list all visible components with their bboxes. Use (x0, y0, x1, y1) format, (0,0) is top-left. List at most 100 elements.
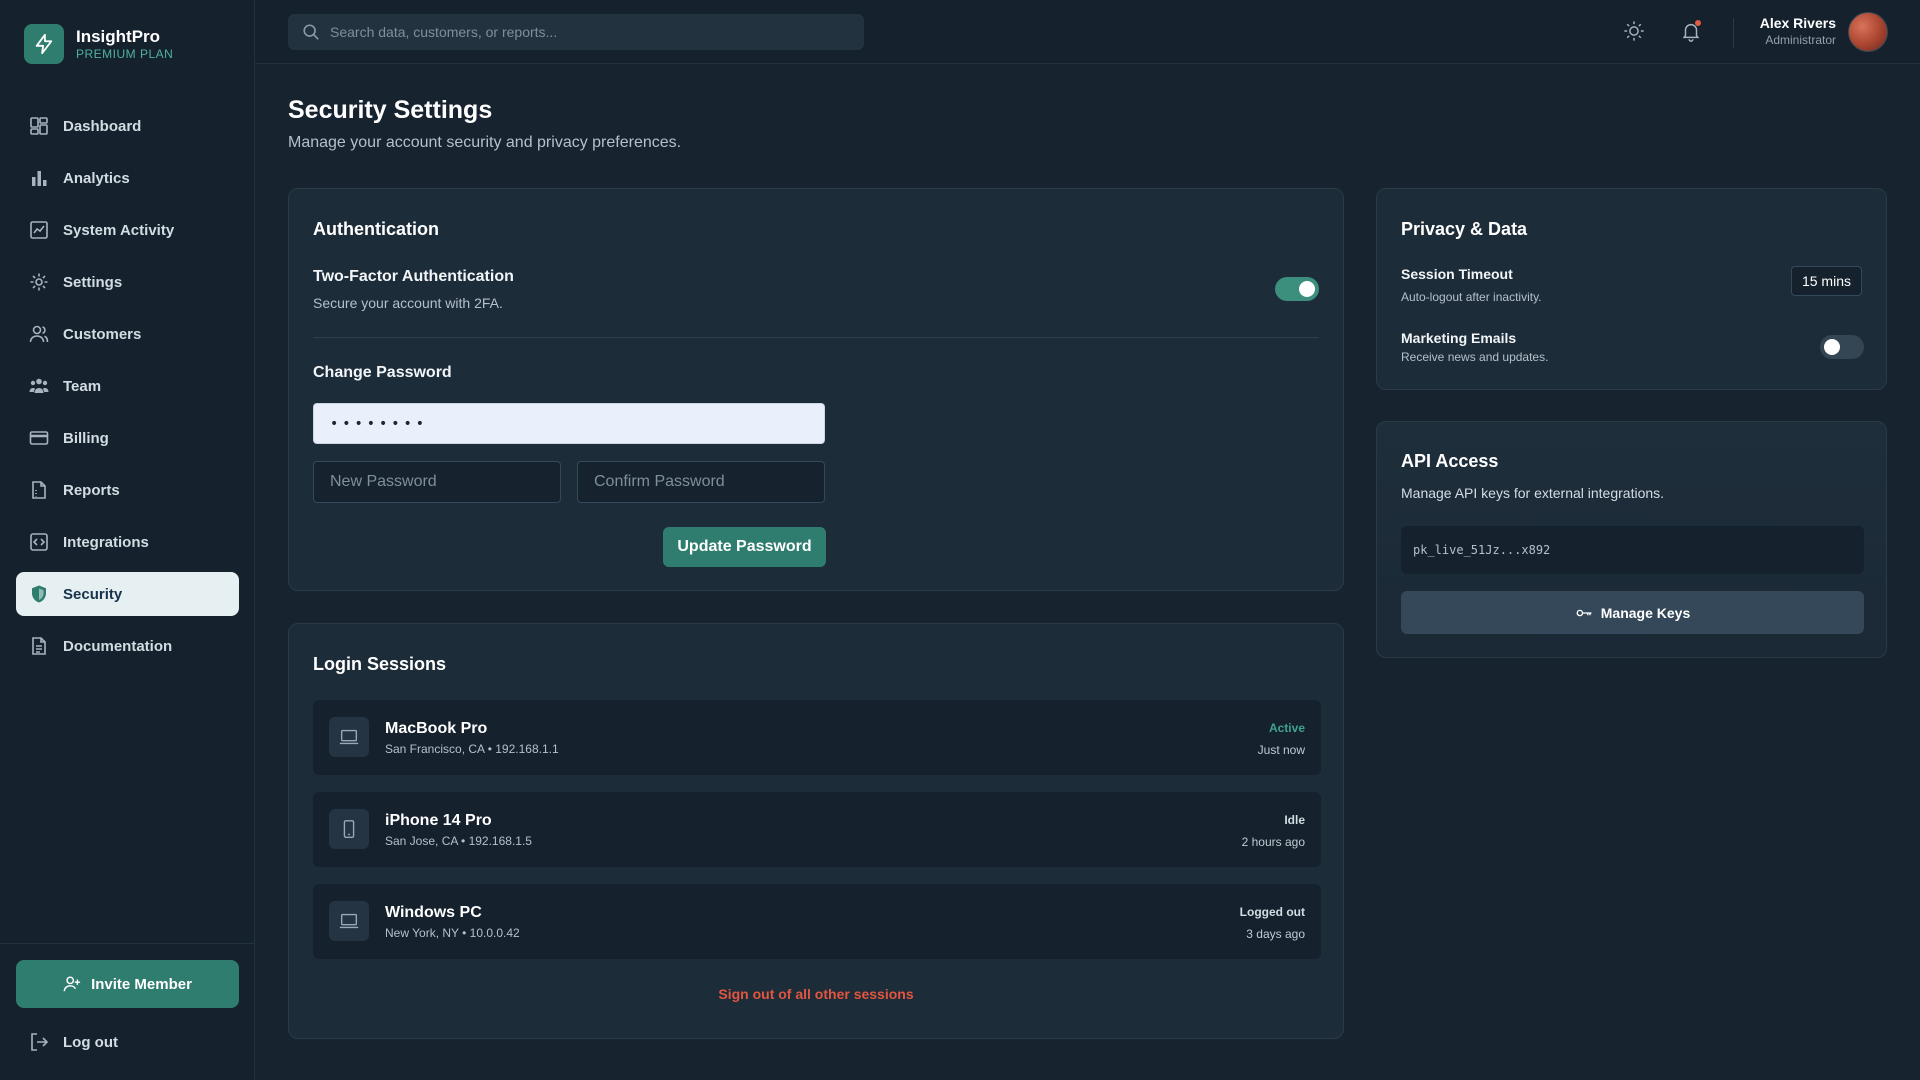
session-row[interactable]: Windows PC New York, NY • 10.0.0.42 Logg… (313, 884, 1321, 959)
logout-icon (31, 1033, 49, 1051)
sign-out-all-sessions-link[interactable]: Sign out of all other sessions (289, 986, 1343, 1002)
sidebar-item-label: Reports (63, 481, 120, 499)
sidebar-item-label: Documentation (63, 637, 173, 655)
two-factor-toggle[interactable] (1275, 277, 1319, 301)
sidebar: InsightPro PREMIUM PLAN Dashboard Analyt… (0, 0, 255, 1080)
sidebar-item-label: Customers (63, 325, 142, 343)
sidebar-item-label: Security (63, 585, 123, 603)
search-input[interactable] (330, 24, 850, 40)
page-title: Security Settings (288, 96, 493, 124)
laptop-icon (329, 717, 369, 757)
sidebar-item-label: Billing (63, 429, 109, 447)
session-status: Active (1268, 721, 1305, 735)
change-password-label: Change Password (313, 364, 452, 381)
sidebar-item-customers[interactable]: Customers (16, 312, 239, 356)
logout-label: Log out (63, 1033, 118, 1051)
shield-icon (29, 584, 49, 604)
brand[interactable]: InsightPro PREMIUM PLAN (24, 24, 173, 64)
session-row[interactable]: MacBook Pro San Francisco, CA • 192.168.… (313, 700, 1321, 775)
session-location: San Francisco, CA • 192.168.1.1 (385, 742, 559, 756)
api-access-description: Manage API keys for external integration… (1401, 485, 1665, 501)
page-subtitle: Manage your account security and privacy… (288, 134, 682, 151)
users-icon (29, 324, 49, 344)
toggle-knob (1299, 281, 1315, 297)
search-icon (303, 24, 319, 40)
sidebar-item-reports[interactable]: Reports (16, 468, 239, 512)
topbar: Alex Rivers Administrator (255, 0, 1920, 64)
search-bar[interactable] (288, 14, 864, 50)
marketing-emails-description: Receive news and updates. (1401, 350, 1549, 364)
session-time: 3 days ago (1246, 927, 1305, 941)
two-factor-description: Secure your account with 2FA. (313, 295, 503, 311)
credit-card-icon (29, 428, 49, 448)
confirm-password-field[interactable] (577, 461, 825, 503)
sidebar-item-system-activity[interactable]: System Activity (16, 208, 239, 252)
manage-keys-button[interactable]: Manage Keys (1401, 591, 1864, 634)
sidebar-item-label: Team (63, 377, 102, 395)
session-timeout-select[interactable]: 15 mins (1790, 266, 1862, 296)
privacy-title: Privacy & Data (1401, 219, 1528, 239)
bar-chart-icon (29, 168, 49, 188)
api-key-display[interactable]: pk_live_51Jz...x892 (1401, 526, 1864, 574)
gear-icon (29, 272, 49, 292)
sidebar-item-label: System Activity (63, 221, 175, 239)
user-name: Alex Rivers (1759, 15, 1836, 31)
sidebar-item-security[interactable]: Security (16, 572, 239, 616)
sidebar-item-documentation[interactable]: Documentation (16, 624, 239, 668)
activity-chart-icon (29, 220, 49, 240)
api-access-title: API Access (1401, 451, 1499, 471)
sidebar-item-integrations[interactable]: Integrations (16, 520, 239, 564)
lightning-logo-icon (24, 24, 64, 64)
topbar-divider (1733, 18, 1734, 48)
brand-plan: PREMIUM PLAN (76, 47, 174, 61)
two-factor-label: Two-Factor Authentication (313, 268, 514, 285)
authentication-card: Authentication Two-Factor Authentication… (288, 188, 1344, 591)
new-password-field[interactable] (313, 461, 561, 503)
phone-icon (329, 809, 369, 849)
session-time: Just now (1257, 743, 1305, 757)
authentication-title: Authentication (313, 219, 439, 239)
session-device: MacBook Pro (385, 720, 488, 737)
user-info[interactable]: Alex Rivers Administrator (1760, 14, 1836, 48)
auth-divider (313, 337, 1319, 338)
login-sessions-card: Login Sessions MacBook Pro San Francisco… (288, 623, 1344, 1039)
dashboard-icon (29, 116, 49, 136)
session-row[interactable]: iPhone 14 Pro San Jose, CA • 192.168.1.5… (313, 792, 1321, 867)
sidebar-item-label: Integrations (63, 533, 149, 551)
laptop-icon (329, 901, 369, 941)
theme-toggle-sun-icon[interactable] (1623, 20, 1645, 42)
sidebar-item-label: Dashboard (63, 117, 142, 135)
logout-link[interactable]: Log out (29, 1032, 118, 1052)
toggle-knob (1824, 339, 1840, 355)
sidebar-item-label: Analytics (63, 169, 130, 187)
session-device: iPhone 14 Pro (385, 812, 492, 829)
session-location: New York, NY • 10.0.0.42 (385, 926, 520, 940)
session-time: 2 hours ago (1241, 835, 1305, 849)
brand-name: InsightPro (76, 27, 161, 46)
team-icon (29, 376, 49, 396)
sidebar-item-dashboard[interactable]: Dashboard (16, 104, 239, 148)
user-role: Administrator (1765, 33, 1836, 47)
login-sessions-title: Login Sessions (313, 654, 447, 674)
session-timeout-label: Session Timeout (1401, 266, 1513, 282)
session-location: San Jose, CA • 192.168.1.5 (385, 834, 532, 848)
current-password-field[interactable] (313, 403, 825, 444)
avatar[interactable] (1848, 12, 1888, 52)
sidebar-item-label: Settings (63, 273, 123, 291)
notification-bell-icon[interactable] (1680, 20, 1702, 42)
invite-member-button[interactable]: Invite Member (16, 960, 239, 1008)
integration-icon (29, 532, 49, 552)
privacy-data-card: Privacy & Data Session Timeout Auto-logo… (1376, 188, 1887, 390)
invite-member-label: Invite Member (91, 975, 192, 993)
sidebar-item-billing[interactable]: Billing (16, 416, 239, 460)
marketing-emails-label: Marketing Emails (1401, 330, 1517, 346)
sidebar-item-analytics[interactable]: Analytics (16, 156, 239, 200)
manage-keys-label: Manage Keys (1600, 604, 1691, 621)
key-icon (1576, 609, 1592, 616)
session-status: Logged out (1239, 905, 1305, 919)
update-password-button[interactable]: Update Password (663, 527, 826, 567)
marketing-emails-toggle[interactable] (1820, 335, 1864, 359)
sidebar-item-team[interactable]: Team (16, 364, 239, 408)
session-timeout-description: Auto-logout after inactivity. (1401, 290, 1542, 304)
sidebar-item-settings[interactable]: Settings (16, 260, 239, 304)
